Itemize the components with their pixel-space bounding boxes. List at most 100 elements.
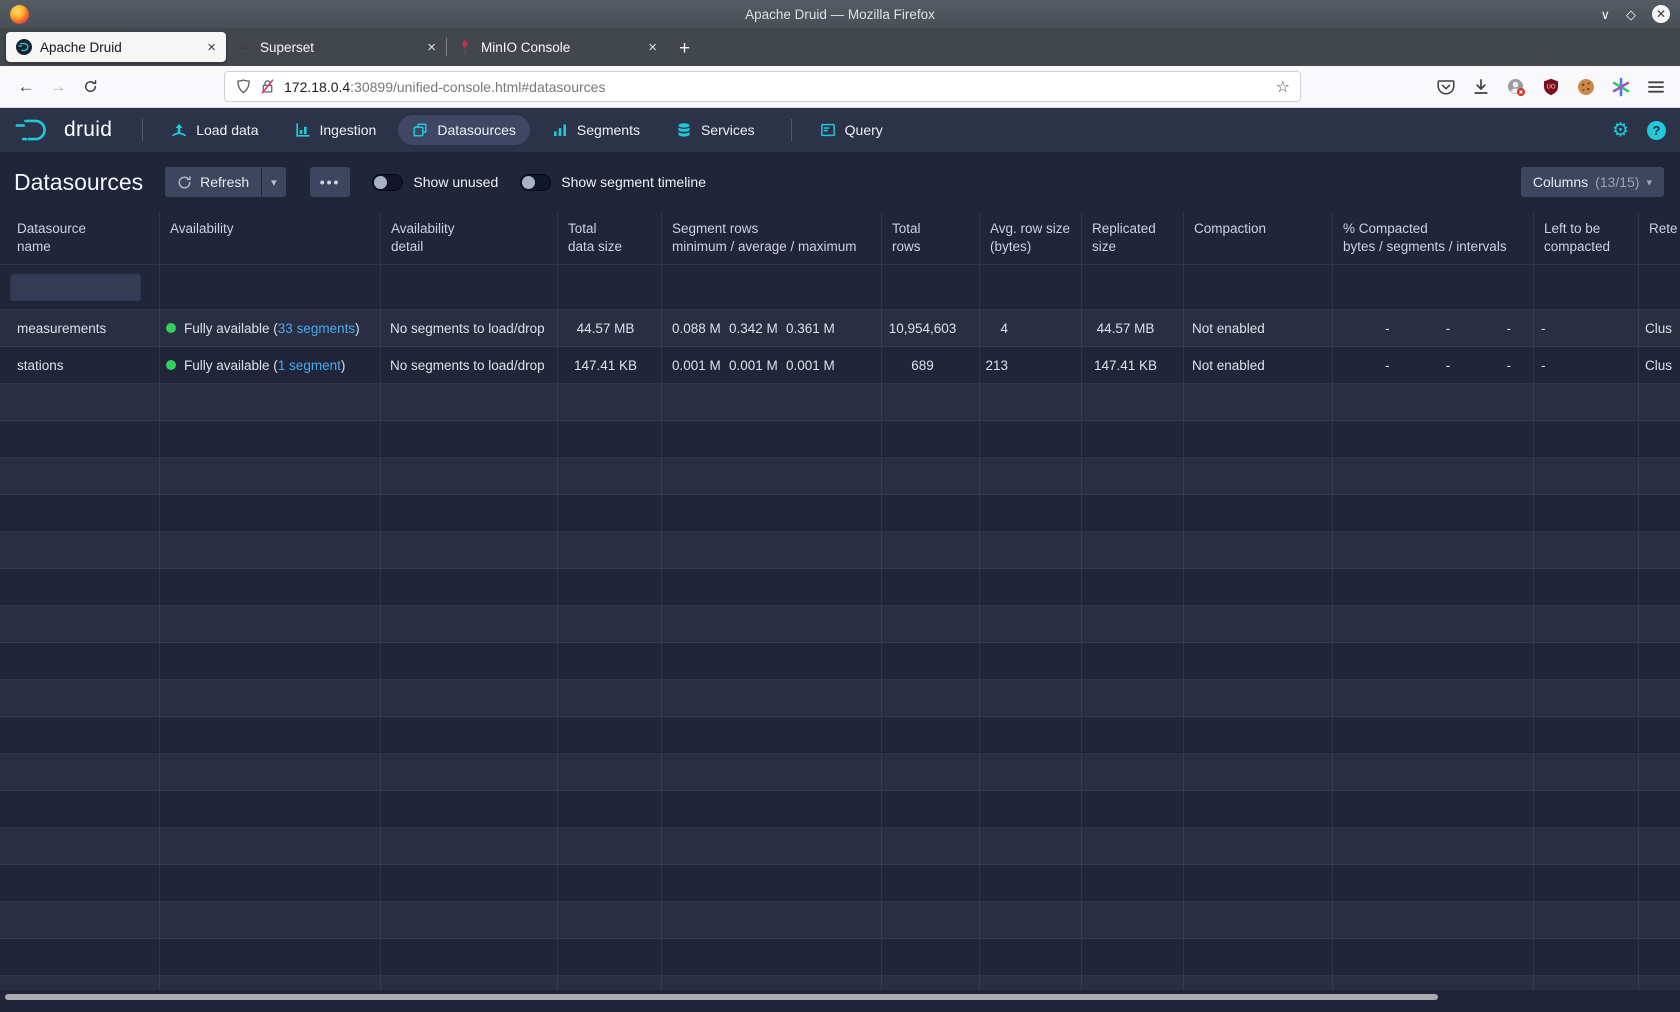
empty-cell	[1333, 754, 1534, 791]
column-header-total_rows[interactable]: Totalrows	[882, 212, 980, 265]
empty-cell	[0, 569, 160, 606]
empty-cell	[558, 458, 662, 495]
empty-cell	[1639, 717, 1680, 754]
window-maximize-icon[interactable]: ◇	[1626, 8, 1636, 21]
browser-tab-superset[interactable]: ∞Superset×	[226, 32, 446, 62]
segments-link[interactable]: 33 segments	[278, 321, 355, 336]
empty-cell	[662, 495, 882, 532]
menu-hamburger-icon[interactable]	[1646, 77, 1666, 97]
pocket-icon[interactable]	[1436, 77, 1456, 97]
empty-cell	[558, 976, 662, 990]
datasource-row-stations: stationsFully available (1 segment)No se…	[0, 347, 1680, 384]
load-data-icon	[171, 122, 187, 138]
insecure-lock-icon[interactable]	[259, 78, 276, 95]
tab-close-icon[interactable]: ×	[205, 40, 218, 55]
header-line1: Availability	[391, 221, 455, 236]
column-header-name[interactable]: Datasourcename	[0, 212, 160, 265]
avg-row-size: 4	[984, 321, 1008, 336]
help-icon[interactable]: ?	[1647, 121, 1666, 140]
empty-cell	[1333, 717, 1534, 754]
empty-cell	[662, 865, 882, 902]
nav-item-services[interactable]: Services	[662, 115, 769, 145]
empty-cell	[980, 939, 1082, 976]
cookie-icon[interactable]	[1576, 77, 1596, 97]
columns-button[interactable]: Columns (13/15) ▾	[1521, 167, 1664, 197]
column-header-detail[interactable]: Availability detail	[381, 212, 558, 265]
empty-cell	[1184, 902, 1333, 939]
screen: { "window": { "title": "Apache Druid — M…	[0, 0, 1680, 1012]
browser-tab-apache-druid[interactable]: Apache Druid×	[6, 32, 226, 62]
header-line2: detail	[391, 238, 547, 256]
empty-cell	[1534, 902, 1639, 939]
column-header-replicated[interactable]: Replicatedsize	[1082, 212, 1184, 265]
empty-cell	[0, 421, 160, 458]
empty-cell	[980, 828, 1082, 865]
empty-cell	[980, 495, 1082, 532]
availability-text: Fully available (	[184, 321, 278, 336]
downloads-icon[interactable]	[1471, 77, 1491, 97]
column-header-pct_compacted[interactable]: % Compactedbytes / segments / intervals	[1333, 212, 1534, 265]
column-header-compaction[interactable]: Compaction	[1184, 212, 1333, 265]
tab-close-icon[interactable]: ×	[425, 40, 438, 55]
empty-cell	[662, 717, 882, 754]
empty-cell	[160, 384, 381, 421]
account-icon[interactable]	[1506, 77, 1526, 97]
nav-item-query[interactable]: Query	[806, 115, 897, 145]
column-header-avg_row_size[interactable]: Avg. row size(bytes)	[980, 212, 1082, 265]
window-minimize-icon[interactable]: ∨	[1600, 8, 1610, 21]
empty-cell	[662, 680, 882, 717]
empty-cell	[1082, 569, 1184, 606]
refresh-button[interactable]: Refresh	[165, 167, 261, 197]
empty-cell	[1082, 421, 1184, 458]
nav-item-segments[interactable]: Segments	[538, 115, 654, 145]
ublock-shield-icon[interactable]: UO	[1541, 77, 1561, 97]
cell-name: stations	[0, 347, 160, 384]
column-header-retention[interactable]: Rete	[1639, 212, 1680, 265]
nav-item-load-data[interactable]: Load data	[157, 115, 272, 145]
segments-link[interactable]: 1 segment	[278, 358, 341, 373]
empty-cell	[0, 902, 160, 939]
settings-gear-icon[interactable]: ⚙	[1612, 121, 1629, 140]
empty-cell	[882, 569, 980, 606]
empty-cell	[980, 458, 1082, 495]
column-header-availability[interactable]: Availability	[160, 212, 381, 265]
empty-cell	[1082, 458, 1184, 495]
empty-cell	[662, 939, 882, 976]
column-header-left_compacted[interactable]: Left to becompacted	[1534, 212, 1639, 265]
empty-cell	[1639, 754, 1680, 791]
cell-segment_rows: 0.088 M0.342 M0.361 M	[662, 310, 882, 347]
nav-item-ingestion[interactable]: Ingestion	[281, 115, 391, 145]
empty-cell	[1534, 865, 1639, 902]
horizontal-scrollbar-thumb[interactable]	[5, 994, 1438, 1000]
window-close-icon[interactable]: ✕	[1652, 5, 1670, 23]
filter-cell-left_compacted	[1534, 265, 1639, 310]
refresh-dropdown-caret[interactable]: ▾	[261, 167, 286, 197]
browser-tab-minio-console[interactable]: MinIO Console×	[447, 32, 667, 62]
new-tab-button[interactable]: +	[679, 39, 690, 58]
forward-button[interactable]: →	[42, 77, 74, 97]
cell-total_rows: 689	[882, 347, 980, 384]
show-unused-toggle[interactable]	[372, 174, 403, 191]
show-segment-timeline-toggle[interactable]	[520, 174, 551, 191]
datasource-name-filter-input[interactable]	[10, 273, 141, 301]
nav-item-datasources[interactable]: Datasources	[398, 115, 530, 145]
empty-cell	[381, 754, 558, 791]
tabliss-asterisk-icon[interactable]	[1611, 77, 1631, 97]
shield-icon[interactable]	[235, 78, 252, 95]
more-actions-button[interactable]: •••	[310, 167, 351, 197]
bookmark-star-icon[interactable]: ☆	[1276, 77, 1290, 97]
empty-cell	[1534, 384, 1639, 421]
column-header-total_size[interactable]: Totaldata size	[558, 212, 662, 265]
empty-cell	[1534, 421, 1639, 458]
tab-close-icon[interactable]: ×	[646, 40, 659, 55]
empty-cell	[1639, 680, 1680, 717]
empty-cell	[980, 532, 1082, 569]
empty-cell	[1639, 828, 1680, 865]
nav-item-label: Load data	[196, 122, 258, 138]
url-bar[interactable]: 172.18.0.4:30899/unified-console.html#da…	[224, 71, 1301, 102]
back-button[interactable]: ←	[10, 77, 42, 97]
druid-logo[interactable]: druid	[14, 117, 112, 143]
reload-button[interactable]	[74, 78, 106, 95]
column-header-segment_rows[interactable]: Segment rowsminimum / average / maximum	[662, 212, 882, 265]
svg-text:UO: UO	[1547, 84, 1556, 90]
